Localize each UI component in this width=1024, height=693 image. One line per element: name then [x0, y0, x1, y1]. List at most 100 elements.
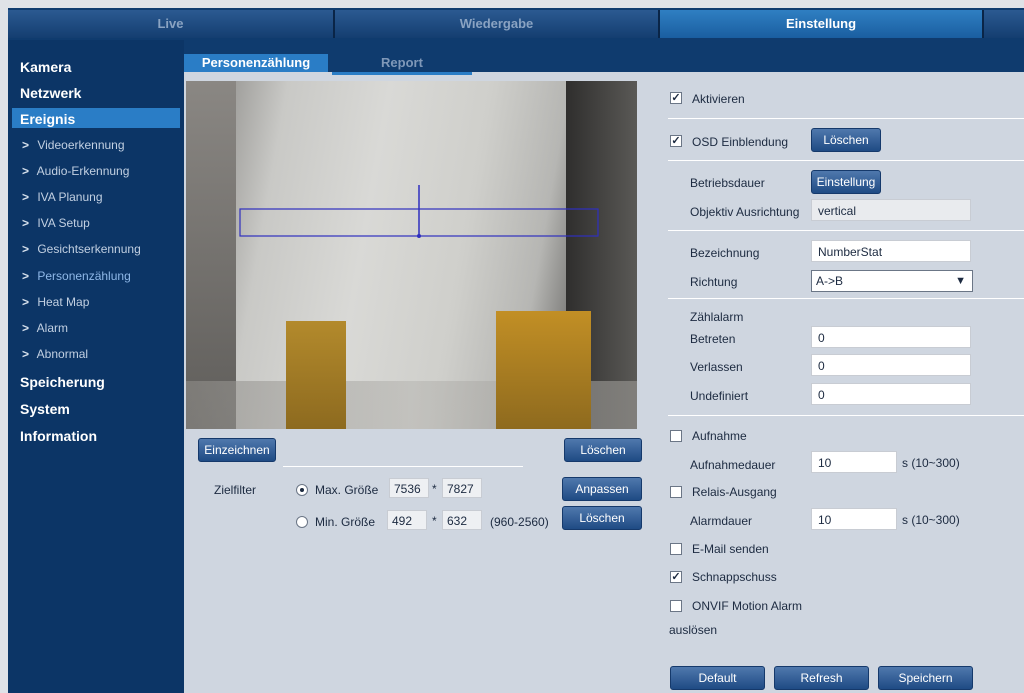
tab-extra[interactable] — [984, 10, 1024, 38]
runtime-label: Betriebsdauer — [690, 176, 765, 190]
draw-button[interactable]: Einzeichnen — [198, 438, 276, 462]
max-size-separator: * — [432, 482, 437, 496]
direction-value: A->B — [816, 274, 844, 288]
undefined-label: Undefiniert — [690, 389, 749, 403]
osd-checkbox[interactable]: ✓ — [670, 135, 682, 147]
tab-personenzaehlung[interactable]: Personenzählung — [184, 54, 328, 72]
divider — [668, 415, 1024, 416]
min-width-field[interactable]: 492 — [387, 510, 427, 530]
snapshot-checkbox[interactable]: ✓ — [670, 571, 682, 583]
record-duration-label: Aufnahmedauer — [690, 458, 776, 472]
email-label: E-Mail senden — [692, 542, 769, 556]
tab-report[interactable]: Report — [332, 54, 472, 75]
sidebar-subitem-personenzaehlung[interactable]: > Personenzählung — [22, 269, 131, 283]
top-navigation: Live Wiedergabe Einstellung — [8, 8, 1024, 40]
sidebar-subitem-alarm[interactable]: > Alarm — [22, 321, 68, 335]
min-size-label: Min. Größe — [315, 515, 376, 529]
max-size-label: Max. Größe — [315, 483, 379, 497]
sidebar-subitem-audio-erkennung[interactable]: > Audio-Erkennung — [22, 164, 129, 178]
min-size-separator: * — [432, 514, 437, 528]
min-size-radio[interactable] — [296, 516, 308, 528]
adjust-button[interactable]: Anpassen — [562, 477, 642, 501]
runtime-settings-button[interactable]: Einstellung — [811, 170, 881, 194]
tab-live[interactable]: Live — [8, 10, 333, 38]
sidebar-item-information[interactable]: Information — [20, 428, 97, 444]
enter-field[interactable]: 0 — [811, 326, 971, 348]
chevron-right-icon: > — [22, 190, 30, 204]
chevron-right-icon: > — [22, 216, 30, 230]
sidebar: Kamera Netzwerk Ereignis > Videoerkennun… — [8, 40, 184, 693]
default-button[interactable]: Default — [670, 666, 765, 690]
divider — [283, 466, 523, 467]
subitem-label: Heat Map — [37, 295, 90, 309]
sidebar-item-kamera[interactable]: Kamera — [20, 59, 71, 75]
name-field[interactable]: NumberStat — [811, 240, 971, 262]
record-duration-field[interactable]: 10 — [811, 451, 897, 473]
chevron-right-icon: > — [22, 269, 30, 283]
target-filter-label: Zielfilter — [214, 483, 257, 497]
record-duration-range: s (10~300) — [902, 456, 960, 470]
chevron-right-icon: > — [22, 321, 30, 335]
chevron-right-icon: > — [22, 138, 30, 152]
refresh-button[interactable]: Refresh — [774, 666, 869, 690]
sidebar-item-netzwerk[interactable]: Netzwerk — [20, 85, 81, 101]
sidebar-subitem-videoerkennung[interactable]: > Videoerkennung — [22, 138, 125, 152]
record-checkbox[interactable] — [670, 430, 682, 442]
sidebar-item-system[interactable]: System — [20, 401, 70, 417]
enter-label: Betreten — [690, 332, 736, 346]
sidebar-subitem-iva-planung[interactable]: > IVA Planung — [22, 190, 103, 204]
sidebar-subitem-gesichtserkennung[interactable]: > Gesichtserkennung — [22, 242, 141, 256]
sidebar-subitem-heat-map[interactable]: > Heat Map — [22, 295, 89, 309]
max-size-radio[interactable] — [296, 484, 308, 496]
leave-field[interactable]: 0 — [811, 354, 971, 376]
subitem-label: IVA Planung — [37, 190, 103, 204]
chevron-down-icon: ▼ — [955, 275, 966, 287]
tab-einstellung[interactable]: Einstellung — [660, 10, 982, 38]
sidebar-item-ereignis[interactable]: Ereignis — [20, 111, 75, 127]
clear-size-button[interactable]: Löschen — [562, 506, 642, 530]
alarm-duration-label: Alarmdauer — [690, 514, 753, 528]
enable-checkbox[interactable]: ✓ — [670, 92, 682, 104]
relay-label: Relais-Ausgang — [692, 485, 777, 499]
osd-clear-button[interactable]: Löschen — [811, 128, 881, 152]
subitem-label: Gesichtserkennung — [37, 242, 141, 256]
subitem-label: Alarm — [36, 321, 69, 335]
relay-checkbox[interactable] — [670, 486, 682, 498]
divider — [668, 298, 1024, 299]
onvif-checkbox[interactable] — [670, 600, 682, 612]
sidebar-subitem-abnormal[interactable]: > Abnormal — [22, 347, 88, 361]
subtab-bar: Personenzählung Report — [184, 40, 1024, 75]
alarm-duration-range: s (10~300) — [902, 513, 960, 527]
chevron-right-icon: > — [22, 295, 30, 309]
clear-draw-button[interactable]: Löschen — [564, 438, 642, 462]
subitem-label: Audio-Erkennung — [36, 164, 130, 178]
size-range-hint: (960-2560) — [490, 515, 549, 529]
save-button[interactable]: Speichern — [878, 666, 973, 690]
snapshot-label: Schnappschuss — [692, 570, 777, 584]
record-label: Aufnahme — [692, 429, 747, 443]
counting-area-overlay[interactable] — [186, 81, 637, 429]
osd-label: OSD Einblendung — [692, 135, 789, 149]
tab-wiedergabe[interactable]: Wiedergabe — [335, 10, 658, 38]
sidebar-subitem-iva-setup[interactable]: > IVA Setup — [22, 216, 90, 230]
max-width-field[interactable]: 7536 — [389, 478, 429, 498]
alarm-duration-field[interactable]: 10 — [811, 508, 897, 530]
enable-label: Aktivieren — [692, 92, 745, 106]
leave-label: Verlassen — [690, 360, 743, 374]
subitem-label: IVA Setup — [37, 216, 90, 230]
sidebar-item-speicherung[interactable]: Speicherung — [20, 374, 105, 390]
undefined-field[interactable]: 0 — [811, 383, 971, 405]
subitem-label: Abnormal — [36, 347, 89, 361]
subitem-label: Videoerkennung — [37, 138, 125, 152]
subitem-label: Personenzählung — [37, 269, 131, 283]
max-height-field[interactable]: 7827 — [442, 478, 482, 498]
chevron-right-icon: > — [22, 164, 30, 178]
direction-select[interactable]: A->B ▼ — [811, 270, 973, 292]
email-checkbox[interactable] — [670, 543, 682, 555]
direction-label: Richtung — [690, 275, 738, 289]
divider — [668, 160, 1024, 161]
min-height-field[interactable]: 632 — [442, 510, 482, 530]
video-preview[interactable] — [186, 81, 637, 429]
divider — [668, 230, 1024, 231]
app-frame: Live Wiedergabe Einstellung Kamera Netzw… — [8, 8, 1024, 693]
